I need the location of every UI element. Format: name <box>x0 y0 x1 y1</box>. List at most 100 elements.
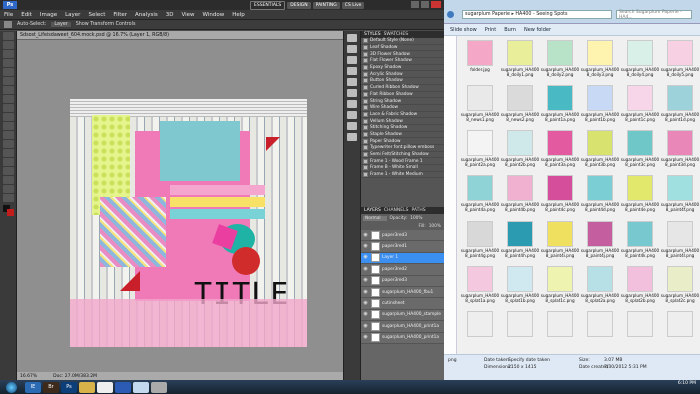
character-panel-icon[interactable] <box>347 56 357 64</box>
file-item[interactable]: sugarplum_HA400 8_paint4a.png <box>460 173 500 218</box>
file-item[interactable]: sugarplum_HA400 8_paint3b.png <box>580 128 620 173</box>
visibility-eye-icon[interactable]: ◉ <box>362 243 369 250</box>
background-color-swatch[interactable] <box>7 209 14 216</box>
style-item[interactable]: Paper Shadow <box>361 138 444 145</box>
file-item[interactable]: sugarplum_HA400 8_splat2c.png <box>660 264 700 309</box>
layer-row[interactable]: ◉ sugarplum_HA400_print1a <box>361 321 444 333</box>
visibility-eye-icon[interactable]: ◉ <box>362 323 369 330</box>
file-item[interactable]: sugarplum_HA400 8_doily2.png <box>540 38 580 83</box>
taskbar-chrome-icon[interactable] <box>97 381 113 393</box>
file-item[interactable]: sugarplum_HA400 8_paint3a.png <box>540 128 580 173</box>
style-item[interactable]: Wire Shadow <box>361 105 444 112</box>
taskbar-ie-icon[interactable]: IE <box>25 381 41 393</box>
visibility-eye-icon[interactable]: ◉ <box>362 232 369 239</box>
history-brush-tool[interactable] <box>3 113 14 121</box>
type-tool[interactable] <box>3 158 14 166</box>
new-folder-button[interactable]: New folder <box>524 27 551 33</box>
quick-select-tool[interactable] <box>3 59 14 67</box>
file-item[interactable]: sugarplum_HA400 8_paint4b.png <box>500 173 540 218</box>
file-item[interactable]: sugarplum_HA400 8_paint4j.png <box>580 219 620 264</box>
style-item[interactable]: Default Style (None) <box>361 38 444 45</box>
file-item[interactable]: sugarplum_HA400 8_doily1.png <box>500 38 540 83</box>
layer-row[interactable]: ◉ paper3red1 <box>361 241 444 253</box>
file-item[interactable]: sugarplum_HA400 8_paint4d.png <box>580 173 620 218</box>
file-item[interactable]: sugarplum_HA400 8_paint1b.png <box>580 83 620 128</box>
file-item[interactable]: sugarplum_HA400 8_paint3d.png <box>660 128 700 173</box>
menu-edit[interactable]: Edit <box>17 12 36 18</box>
file-item[interactable]: folder.jpg <box>460 38 500 83</box>
menu-image[interactable]: Image <box>36 12 61 18</box>
layer-row[interactable]: ◉ sugarplum_HA400_print1a <box>361 332 444 344</box>
menu-select[interactable]: Select <box>84 12 109 18</box>
navigation-pane[interactable] <box>444 36 457 354</box>
crop-tool[interactable] <box>3 68 14 76</box>
adjustments-panel-icon[interactable] <box>347 100 357 108</box>
style-item[interactable]: Typewriter font:pillow emboss <box>361 145 444 152</box>
file-item[interactable]: sugarplum_HA400 8_paint1a.png <box>540 83 580 128</box>
file-item[interactable] <box>500 309 540 354</box>
brush-tool[interactable] <box>3 95 14 103</box>
layout-canvas[interactable]: TITLE <box>70 99 307 347</box>
style-item[interactable]: Flat Flower Shadow <box>361 58 444 65</box>
style-item[interactable]: Leaf Shadow <box>361 45 444 52</box>
fill-value[interactable]: 100% <box>429 224 441 229</box>
file-item[interactable]: sugarplum_HA400 8_splat1b.png <box>500 264 540 309</box>
burn-button[interactable]: Burn <box>504 27 516 33</box>
opacity-value[interactable]: 100% <box>410 216 422 221</box>
address-input[interactable]: sugarplum Paperie ▸ HA400 - Seeing Spots <box>462 10 612 19</box>
search-input[interactable]: Search Sugarplum Paperie - HA4... <box>616 10 692 20</box>
layer-row[interactable]: ◉ cutinsheet <box>361 298 444 310</box>
menu-file[interactable]: File <box>0 12 17 18</box>
file-item[interactable]: sugarplum_HA400 8_doily3.png <box>580 38 620 83</box>
taskbar-snip-icon[interactable] <box>151 381 167 393</box>
workspace-essentials-button[interactable]: ESSENTIALS <box>250 1 286 10</box>
healing-tool[interactable] <box>3 86 14 94</box>
file-item[interactable]: sugarplum_HA400 8_news1.png <box>460 83 500 128</box>
file-item[interactable]: sugarplum_HA400 8_news2.png <box>500 83 540 128</box>
file-item[interactable]: sugarplum_HA400 8_paint4l.png <box>660 219 700 264</box>
move-tool-icon[interactable] <box>4 21 12 28</box>
file-item[interactable]: sugarplum_HA400 8_paint4c.png <box>540 173 580 218</box>
file-item[interactable]: sugarplum_HA400 8_doily4.png <box>620 38 660 83</box>
file-item[interactable] <box>660 309 700 354</box>
shape-tool[interactable] <box>3 176 14 184</box>
brush-panel-icon[interactable] <box>347 78 357 86</box>
menu-layer[interactable]: Layer <box>61 12 84 18</box>
file-item[interactable] <box>620 309 660 354</box>
style-item[interactable]: Epoxy Shadow <box>361 65 444 72</box>
file-item[interactable]: sugarplum_HA400 8_paint3c.png <box>620 128 660 173</box>
menu-view[interactable]: View <box>177 12 198 18</box>
file-item[interactable] <box>540 309 580 354</box>
file-item[interactable]: sugarplum_HA400 8_paint4g.png <box>460 219 500 264</box>
actions-panel-icon[interactable] <box>347 45 357 53</box>
tab-paths[interactable]: PATHS <box>411 208 425 213</box>
info-panel-icon[interactable] <box>347 122 357 130</box>
document-tab[interactable]: Sdsost_Lifeisdaweet_604.mock.psd @ 16.7%… <box>17 31 343 40</box>
paragraph-panel-icon[interactable] <box>347 67 357 75</box>
layer-row[interactable]: ◉ paper3red3 <box>361 230 444 242</box>
lasso-tool[interactable] <box>3 50 14 58</box>
back-icon[interactable] <box>447 11 454 18</box>
auto-select-checkbox[interactable]: Auto-Select: <box>17 22 46 27</box>
zoom-level[interactable]: 16.67% <box>20 374 37 379</box>
file-item[interactable] <box>580 309 620 354</box>
clone-stamp-tool[interactable] <box>3 104 14 112</box>
clone-source-panel-icon[interactable] <box>347 89 357 97</box>
menu-help[interactable]: Help <box>228 12 249 18</box>
eraser-tool[interactable] <box>3 122 14 130</box>
layer-row[interactable]: ◉ sugarplum_HA400_fbu1 <box>361 286 444 299</box>
slideshow-button[interactable]: Slide show <box>450 27 477 33</box>
workspace-painting-button[interactable]: PAINTING <box>312 2 340 9</box>
path-select-tool[interactable] <box>3 167 14 175</box>
cs-live-button[interactable]: CS Live <box>341 2 365 9</box>
blend-mode-select[interactable]: Normal <box>363 215 387 221</box>
menu-3d[interactable]: 3D <box>162 12 178 18</box>
file-item[interactable]: sugarplum_HA400 8_paint4f.png <box>660 173 700 218</box>
eyedropper-tool[interactable] <box>3 77 14 85</box>
date-taken-value[interactable]: Specify date taken <box>508 358 550 363</box>
menu-filter[interactable]: Filter <box>109 12 131 18</box>
visibility-eye-icon[interactable]: ◉ <box>362 266 369 273</box>
file-item[interactable]: sugarplum_HA400 8_splat1a.png <box>460 264 500 309</box>
masks-panel-icon[interactable] <box>347 111 357 119</box>
dodge-tool[interactable] <box>3 140 14 148</box>
